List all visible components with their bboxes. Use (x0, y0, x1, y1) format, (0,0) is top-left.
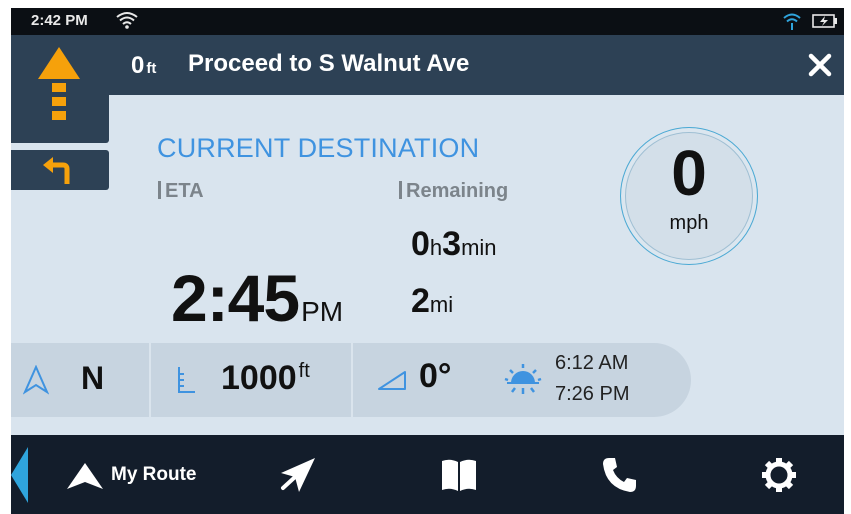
wifi-icon (116, 11, 138, 34)
altitude-unit: ft (298, 360, 310, 382)
compass-arrow-icon (23, 365, 49, 395)
navigate-button[interactable] (277, 455, 317, 495)
status-time: 2:42 PM (31, 12, 88, 29)
straight-arrow-icon (38, 47, 80, 120)
status-bar: 2:42 PM (11, 8, 844, 35)
remaining-distance-value: 2 (411, 282, 430, 320)
eta-time: 2:45 (171, 261, 300, 335)
remaining-hours-unit: h (429, 235, 443, 260)
back-tab[interactable] (11, 447, 28, 503)
bottom-nav: My Route (11, 435, 844, 514)
instruction-distance-unit: ft (146, 60, 157, 77)
phone-button[interactable] (599, 455, 639, 495)
speed-value: 0 (671, 137, 707, 209)
remaining-time: 0h3min (411, 225, 497, 264)
sunrise-time: 6:12 AM (555, 352, 629, 374)
sun-icon (504, 364, 542, 394)
info-strip[interactable]: N 1000 ft 0° 6:12 AM 7:26 PM (11, 343, 691, 417)
device-screen: 2:42 PM 0 ft Proceed to S Walnut Ave CUR… (11, 8, 844, 514)
remaining-label-text: Remaining (406, 180, 509, 202)
phone-icon (603, 458, 636, 492)
route-arrow-icon (67, 463, 103, 489)
altitude-number: 1000 (221, 359, 297, 397)
heading-value: N (81, 360, 105, 396)
remaining-hours: 0 (411, 225, 430, 263)
eta-label-text: ETA (165, 180, 204, 202)
slope-value: 0° (419, 357, 452, 395)
gear-icon (762, 458, 796, 492)
my-route-label: My Route (111, 464, 197, 485)
navigation-panel: 0 ft Proceed to S Walnut Ave CURRENT DES… (11, 35, 844, 435)
eta-value: 2:45PM (171, 260, 343, 336)
instruction-bar: 0 ft Proceed to S Walnut Ave (11, 35, 844, 95)
navigate-icon (281, 458, 315, 492)
heading-cell[interactable]: N (11, 343, 151, 417)
eta-ampm: PM (301, 296, 344, 327)
book-icon (442, 459, 476, 491)
speed-unit: mph (669, 212, 709, 234)
instruction-distance-value: 0 (131, 52, 145, 79)
sunset-time: 7:26 PM (555, 383, 630, 405)
speedometer[interactable]: 0 mph (620, 127, 758, 265)
slope-sun-cell[interactable]: 0° 6:12 AM 7:26 PM (355, 343, 691, 417)
close-button[interactable] (804, 49, 836, 81)
remaining-minutes: 3 (442, 225, 462, 263)
turn-left-icon (43, 157, 70, 184)
instruction-distance: 0 ft (131, 52, 156, 80)
close-icon (808, 53, 832, 77)
battery-charging-icon (812, 14, 838, 33)
signal-icon (782, 11, 802, 36)
instruction-text: Proceed to S Walnut Ave (188, 50, 470, 77)
slope-icon (378, 371, 406, 390)
eta-label: ETA (158, 180, 204, 203)
altitude-icon (178, 367, 195, 393)
altitude-cell[interactable]: 1000 ft (153, 343, 353, 417)
maneuver-panel[interactable] (11, 35, 109, 143)
altitude-value: 1000 ft (221, 359, 310, 398)
settings-button[interactable] (759, 455, 799, 495)
chevron-left-icon (11, 447, 28, 503)
book-button[interactable] (439, 455, 479, 495)
remaining-distance-unit: mi (429, 292, 454, 317)
remaining-distance: 2mi (411, 282, 453, 321)
destination-title: CURRENT DESTINATION (157, 133, 480, 163)
next-maneuver[interactable] (11, 150, 109, 190)
remaining-minutes-unit: min (461, 235, 497, 260)
remaining-label: Remaining (399, 180, 508, 203)
